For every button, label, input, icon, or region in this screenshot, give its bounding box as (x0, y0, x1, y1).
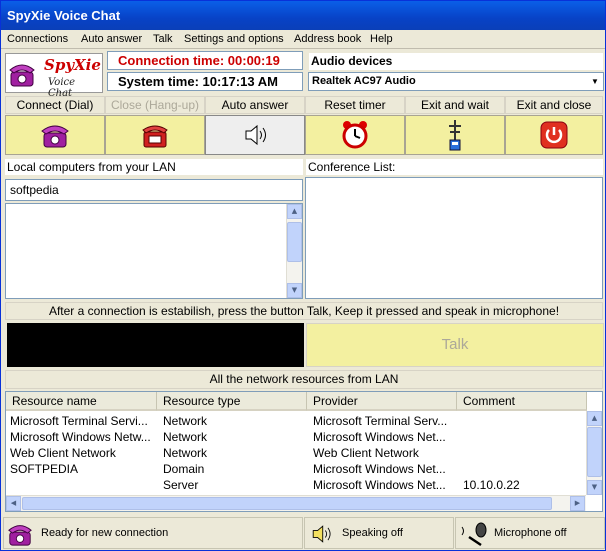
connect-button-label[interactable]: Connect (Dial) (5, 96, 105, 114)
app-window: SpyXie Voice Chat Connections Auto answe… (0, 0, 606, 551)
menu-address-book[interactable]: Address book (294, 33, 361, 45)
status-connection-text: Ready for new connection (41, 527, 169, 539)
lan-search-input[interactable]: softpedia (5, 179, 303, 201)
table-vertical-scrollbar[interactable]: ▲ ▼ (586, 411, 602, 495)
scroll-thumb[interactable] (287, 222, 302, 262)
audio-device-select[interactable]: Realtek AC97 Audio ▼ (308, 72, 604, 91)
exit-wait-button[interactable] (405, 115, 505, 155)
column-resource-type[interactable]: Resource type (157, 392, 307, 411)
cell-resource-name: Microsoft Windows Netw... (10, 430, 151, 444)
auto-answer-button[interactable] (205, 115, 305, 155)
antenna-icon (449, 120, 461, 151)
scroll-up-icon[interactable]: ▲ (287, 204, 302, 219)
cell-resource-type: Network (163, 446, 208, 460)
phone-dial-icon (41, 125, 69, 148)
cell-resource-name: Web Client Network (10, 446, 116, 460)
status-microphone: Microphone off (455, 517, 605, 549)
reset-timer-button-label[interactable]: Reset timer (305, 96, 405, 114)
scroll-thumb[interactable] (587, 427, 602, 477)
scroll-down-icon[interactable]: ▼ (587, 480, 602, 495)
system-time: System time: 10:17:13 AM (107, 72, 303, 91)
menu-bar: Connections Auto answer Talk Settings an… (1, 30, 605, 49)
cell-resource-type: Network (163, 414, 208, 428)
connect-button[interactable] (5, 115, 105, 155)
column-provider[interactable]: Provider (307, 392, 457, 411)
exit-close-button[interactable] (505, 115, 603, 155)
cell-comment (461, 429, 581, 445)
status-connection: Ready for new connection (3, 517, 303, 549)
network-resources-table[interactable]: Resource name Resource type Provider Com… (5, 391, 603, 512)
connection-time: Connection time: 00:00:19 (107, 51, 303, 70)
reset-timer-button[interactable] (305, 115, 405, 155)
power-icon (540, 121, 568, 149)
conference-list[interactable] (305, 177, 603, 299)
cell-comment: 10.10.0.22 (463, 478, 520, 492)
title-bar[interactable]: SpyXie Voice Chat (1, 1, 605, 30)
lan-computer-list[interactable]: ▲ ▼ (5, 203, 303, 299)
cell-resource-type: Network (163, 430, 208, 444)
table-horizontal-scrollbar[interactable]: ◀ ▶ (6, 495, 586, 511)
network-resources-title: All the network resources from LAN (5, 370, 603, 389)
phone-hangup-icon (142, 125, 168, 148)
scroll-thumb[interactable] (22, 497, 552, 510)
menu-talk[interactable]: Talk (153, 33, 173, 45)
lan-label: Local computers from your LAN (5, 159, 303, 175)
menu-auto-answer[interactable]: Auto answer (81, 33, 142, 45)
cell-resource-name (8, 477, 155, 493)
column-resource-name[interactable]: Resource name (6, 392, 157, 411)
menu-help[interactable]: Help (370, 33, 393, 45)
menu-connections[interactable]: Connections (7, 33, 68, 45)
cell-resource-type: Server (163, 478, 199, 492)
scroll-up-icon[interactable]: ▲ (587, 411, 602, 426)
exit-close-button-label[interactable]: Exit and close (505, 96, 603, 114)
audio-devices-label: Audio devices (309, 53, 603, 70)
status-speaking: Speaking off (304, 517, 454, 549)
app-logo: SpyXie Voice Chat (5, 53, 103, 99)
window-title: SpyXie Voice Chat (7, 8, 121, 23)
chevron-down-icon[interactable]: ▼ (587, 73, 603, 90)
scroll-left-icon[interactable]: ◀ (6, 496, 21, 511)
lan-list-scrollbar[interactable]: ▲ ▼ (286, 204, 302, 298)
status-microphone-text: Microphone off (494, 527, 567, 539)
hangup-button-label: Close (Hang-up) (105, 96, 205, 114)
cell-resource-name: SOFTPEDIA (10, 462, 79, 476)
exit-wait-button-label[interactable]: Exit and wait (405, 96, 505, 114)
talk-button[interactable]: Talk (306, 323, 604, 367)
status-speaking-text: Speaking off (342, 527, 403, 539)
audio-level-display (7, 323, 304, 367)
hangup-button (105, 115, 205, 155)
cell-comment (461, 413, 581, 429)
cell-comment (461, 461, 581, 477)
cell-provider: Microsoft Windows Net... (313, 462, 446, 476)
cell-provider: Web Client Network (313, 446, 419, 460)
phone-status-icon (8, 525, 32, 546)
column-comment[interactable]: Comment (457, 392, 587, 411)
phone-logo-icon (9, 64, 35, 87)
talk-button-label: Talk (441, 336, 469, 353)
cell-resource-name: Microsoft Terminal Servi... (10, 414, 148, 428)
instruction-text: After a connection is estabilish, press … (5, 302, 603, 320)
audio-device-value: Realtek AC97 Audio (312, 75, 416, 87)
logo-title: SpyXie (44, 56, 101, 74)
cell-provider: Microsoft Windows Net... (313, 478, 446, 492)
cell-provider: Microsoft Terminal Serv... (313, 414, 448, 428)
speaker-icon (245, 124, 266, 146)
conference-label: Conference List: (306, 159, 603, 175)
auto-answer-button-label[interactable]: Auto answer (205, 96, 305, 114)
cell-resource-type: Domain (163, 462, 205, 476)
alarm-clock-icon (342, 121, 368, 149)
scroll-down-icon[interactable]: ▼ (287, 283, 302, 298)
menu-settings[interactable]: Settings and options (184, 33, 284, 45)
microphone-icon (461, 522, 487, 547)
cell-provider: Microsoft Windows Net... (313, 430, 446, 444)
speaker-icon (312, 525, 331, 543)
scroll-right-icon[interactable]: ▶ (570, 496, 585, 511)
cell-comment (461, 445, 581, 461)
